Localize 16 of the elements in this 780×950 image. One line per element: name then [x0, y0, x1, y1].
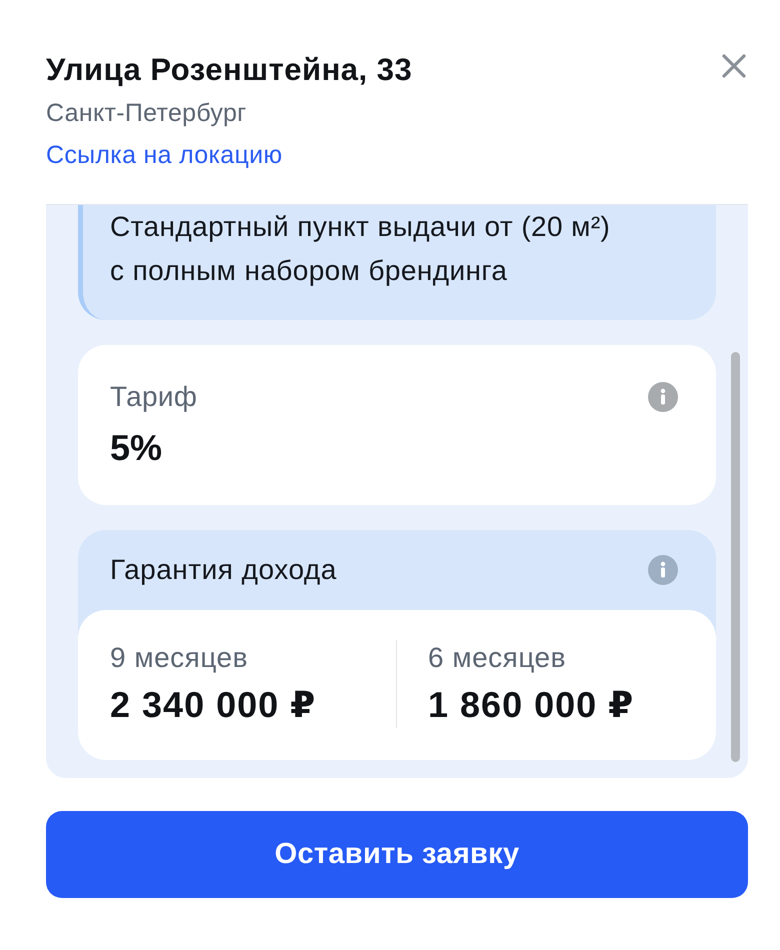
- amount-value: 1 860 000 ₽: [428, 685, 634, 725]
- guarantee-title: Гарантия дохода: [110, 554, 337, 586]
- info-icon[interactable]: [648, 382, 678, 412]
- scrollbar-thumb[interactable]: [731, 352, 740, 762]
- location-link[interactable]: Ссылка на локацию: [46, 140, 282, 170]
- close-icon[interactable]: [722, 54, 746, 78]
- period-label: 6 месяцев: [428, 642, 566, 674]
- submit-button[interactable]: Оставить заявку: [46, 811, 748, 898]
- amount-value: 2 340 000 ₽: [110, 685, 316, 725]
- period-label: 9 месяцев: [110, 642, 248, 674]
- window-title: Улица Розенштейна, 33: [46, 51, 412, 89]
- tariff-label: Тариф: [110, 381, 198, 413]
- description-text: Стандартный пункт выдачи от (20 м²) с полным набором брендинга: [110, 210, 612, 288]
- info-icon[interactable]: [648, 555, 678, 585]
- city-text: Санкт-Петербург: [46, 98, 247, 128]
- tariff-value: 5%: [110, 428, 162, 468]
